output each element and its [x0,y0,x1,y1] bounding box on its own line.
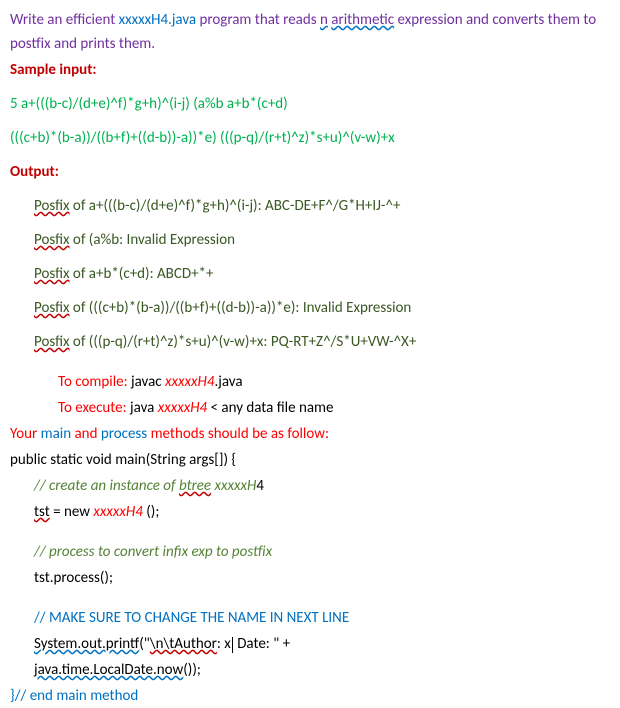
sample-input-label: Sample input: [10,58,610,82]
code-l4c: \n\tAuthor [150,635,217,653]
execute-rest: < any data file name [207,399,333,417]
code-localdate: java.time.LocalDate.now [34,661,183,679]
output-rest-2b: Expression [170,231,235,249]
compile-cmd: javac [128,373,165,391]
code-l4d: : x [217,635,231,653]
execute-cmd: java [127,399,158,417]
posfix-word-1: Posfix [34,197,70,215]
output-line-4: Posfix of (((c+b)*(b-a))/((b+f)+((d-b))-… [10,296,610,320]
intro-text-2: program that reads [196,11,320,29]
sample-input-line-1: 5 a+(((b-c)/(d+e)^f)*g+h)^(i-j) (a%b a+b… [10,92,610,116]
code-parens: (); [143,503,160,521]
methods-main: main [41,425,72,443]
code-comment-3: // MAKE SURE TO CHANGE THE NAME IN NEXT … [10,606,610,630]
compile-line: To compile: javac xxxxxH4.java [10,370,610,394]
code-l5b: ()); [183,661,201,679]
execute-label: To execute: [58,399,127,417]
comment-1d: 4 [256,477,264,495]
code-comment-end: // end main method [15,687,139,705]
posfix-word-3: Posfix [34,265,70,283]
intro-filename: xxxxxH4.java [119,11,196,29]
output-line-5: Posfix of (((p-q)/(r+t)^z)*s+u)^(v-w)+x:… [10,330,610,354]
output-line-2: Posfix of (a%b: Invalid Expression [10,228,610,252]
compile-label: To compile: [58,373,128,391]
text-cursor-icon [232,637,233,653]
methods-p1: Your [10,425,41,443]
methods-line: Your main and process methods should be … [10,422,610,446]
code-line-4: System.out.printf("\n\tAuthor: x Date: "… [10,632,610,656]
code-main-sig: public static void main(String args[]) { [10,448,610,472]
code-line-6: }// end main method [10,684,610,708]
output-rest-1: of a+(((b-c)/(d+e)^f)*g+h)^(i-j): ABC-DE… [70,197,401,215]
output-rest-4: of (((c+b)*(b-a))/((b+f)+((d-b))-a))*e):… [70,299,412,317]
comment-1b: btree [179,477,211,495]
execute-line: To execute: java xxxxxH4 < any data file… [10,396,610,420]
posfix-word-4: Posfix [34,299,70,317]
execute-file: xxxxxH4 [158,399,207,417]
code-line-2: tst = new xxxxxH4 (); [10,500,610,524]
intro-text-1: Write an efficient [10,11,119,29]
posfix-word-5: Posfix [34,333,70,351]
sample-input-line-2: (((c+b)*(b-a))/((b+f)+((d-b))-a))*e) (((… [10,126,610,150]
code-l4e: Date: " + [234,635,290,653]
code-eq-new: = new [50,503,94,521]
code-comment-1: // create an instance of btree xxxxxH4 [10,474,610,498]
code-comment-2: // process to convert infix exp to postf… [10,540,610,564]
code-line-5: java.time.LocalDate.now()); [10,658,610,682]
output-rest-2a: of (a%b: Invalid [70,231,170,249]
output-rest-5: of (((p-q)/(r+t)^z)*s+u)^(v-w)+x: PQ-RT+… [70,333,417,351]
intro-n: n [320,11,328,29]
methods-p3: methods should be as follow: [147,425,329,443]
methods-p2: and [71,425,101,443]
compile-ext: .java [214,373,242,391]
posfix-word-2: Posfix [34,231,70,249]
code-line-3: tst.process(); [10,566,610,590]
intro-line-1: Write an efficient xxxxxH4.java program … [10,8,610,56]
methods-process: process [101,425,147,443]
code-l4b: (" [139,635,150,653]
output-line-1: Posfix of a+(((b-c)/(d+e)^f)*g+h)^(i-j):… [10,194,610,218]
intro-arithmetic: arithmetic [331,11,394,29]
comment-1c: xxxxxH [211,477,256,495]
code-printf: System.out.printf [34,635,139,653]
code-tst: tst [34,503,50,521]
compile-file: xxxxxH4 [165,373,214,391]
output-line-3: Posfix of a+b*(c+d): ABCD+*+ [10,262,610,286]
code-classname: xxxxxH4 [93,503,142,521]
comment-1a: // create an instance of [34,477,179,495]
output-rest-3: of a+b*(c+d): ABCD+*+ [70,265,214,283]
output-label: Output: [10,160,610,184]
